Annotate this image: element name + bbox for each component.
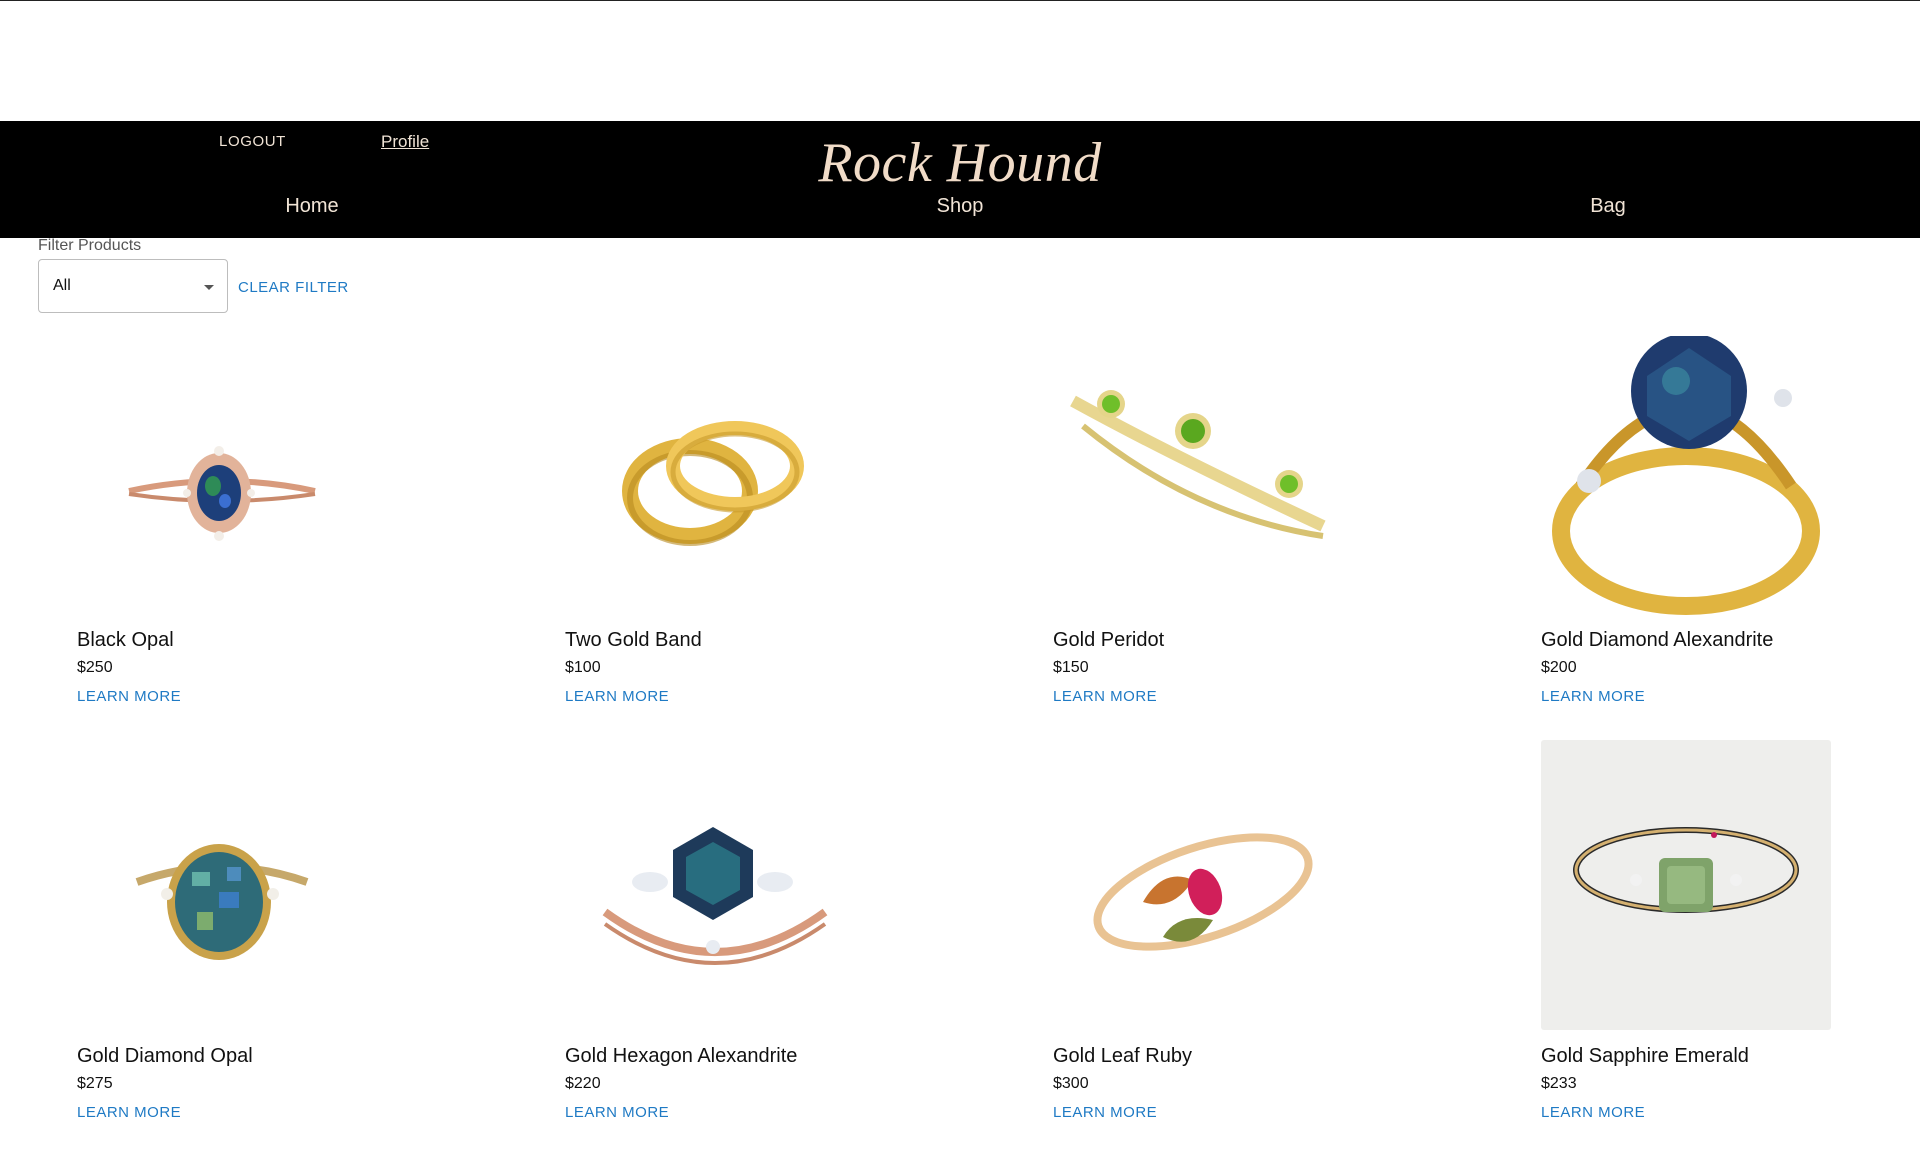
hexagon-alexandrite-ring-icon [602, 827, 828, 965]
product-image[interactable] [1541, 740, 1831, 1030]
learn-more-button[interactable]: LEARN MORE [77, 1104, 181, 1121]
clear-filter-button[interactable]: CLEAR FILTER [238, 279, 349, 296]
diamond-opal-ring-icon [135, 844, 309, 960]
product-title[interactable]: Black Opal [77, 629, 174, 652]
learn-more-button[interactable]: LEARN MORE [565, 688, 669, 705]
brand-logo[interactable]: Rock Hound [0, 131, 1920, 195]
learn-more-button[interactable]: LEARN MORE [1053, 1104, 1157, 1121]
product-image[interactable] [77, 752, 367, 1042]
learn-more-button[interactable]: LEARN MORE [1541, 688, 1645, 705]
peridot-ring-icon [1070, 390, 1326, 539]
product-title[interactable]: Gold Sapphire Emerald [1541, 1045, 1749, 1068]
navbar: LOGOUT Profile Rock Hound Home Shop Bag [0, 121, 1920, 238]
learn-more-button[interactable]: LEARN MORE [565, 1104, 669, 1121]
product-card: Two Gold Band $100 LEARN MORE [565, 336, 1005, 736]
sapphire-emerald-ring-icon [1573, 827, 1799, 913]
product-price: $275 [77, 1075, 113, 1092]
product-title[interactable]: Gold Hexagon Alexandrite [565, 1045, 797, 1068]
product-card: Gold Diamond Alexandrite $200 LEARN MORE [1541, 336, 1920, 736]
product-price: $220 [565, 1075, 601, 1092]
product-title[interactable]: Gold Leaf Ruby [1053, 1045, 1192, 1068]
filter-select[interactable]: All [38, 259, 228, 313]
product-price: $150 [1053, 659, 1089, 676]
product-title[interactable]: Two Gold Band [565, 629, 702, 652]
gold-bands-icon [622, 421, 804, 546]
filter-selected-value: All [53, 277, 71, 294]
product-card: Gold Leaf Ruby $300 LEARN MORE [1053, 752, 1493, 1152]
chevron-down-icon [204, 285, 214, 290]
nav-home-link[interactable]: Home [212, 195, 412, 218]
learn-more-button[interactable]: LEARN MORE [1053, 688, 1157, 705]
product-title[interactable]: Gold Diamond Opal [77, 1045, 253, 1068]
product-price: $300 [1053, 1075, 1089, 1092]
product-price: $250 [77, 659, 113, 676]
nav-bag-link[interactable]: Bag [1508, 195, 1708, 218]
product-image[interactable] [565, 336, 855, 626]
product-card: Gold Sapphire Emerald $233 LEARN MORE [1541, 740, 1920, 1140]
product-card: Black Opal $250 LEARN MORE [77, 336, 517, 736]
product-price: $100 [565, 659, 601, 676]
nav-shop-link[interactable]: Shop [860, 195, 1060, 218]
product-title[interactable]: Gold Peridot [1053, 629, 1164, 652]
product-image[interactable] [1053, 336, 1343, 626]
learn-more-button[interactable]: LEARN MORE [1541, 1104, 1645, 1121]
alexandrite-ring-icon [1552, 336, 1820, 615]
leaf-ruby-ring-icon [1093, 833, 1313, 951]
product-card: Gold Diamond Opal $275 LEARN MORE [77, 752, 517, 1152]
product-card: Gold Hexagon Alexandrite $220 LEARN MORE [565, 752, 1005, 1152]
opal-ring-icon [128, 446, 316, 541]
product-price: $233 [1541, 1075, 1577, 1092]
learn-more-button[interactable]: LEARN MORE [77, 688, 181, 705]
filter-label: Filter Products [38, 237, 142, 254]
product-image[interactable] [1541, 336, 1831, 626]
product-title[interactable]: Gold Diamond Alexandrite [1541, 629, 1773, 652]
product-image[interactable] [1053, 752, 1343, 1042]
product-image[interactable] [77, 336, 367, 626]
product-card: Gold Peridot $150 LEARN MORE [1053, 336, 1493, 736]
product-image[interactable] [565, 752, 855, 1042]
product-price: $200 [1541, 659, 1577, 676]
top-border [0, 0, 1920, 1]
